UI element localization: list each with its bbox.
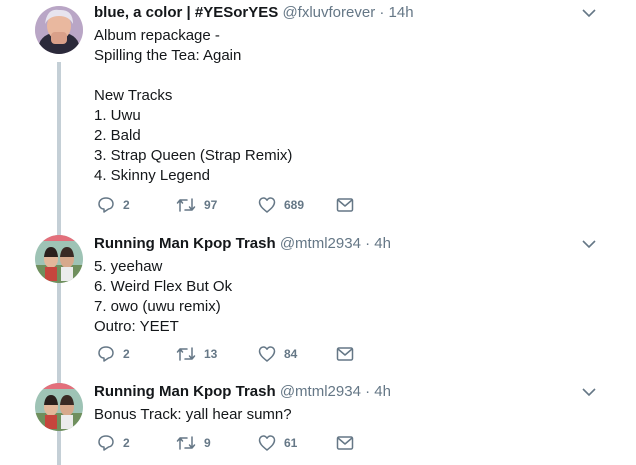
user-handle[interactable]: @fxluvforever bbox=[282, 4, 375, 21]
action-bar: 2 97 689 bbox=[94, 195, 374, 215]
envelope-icon bbox=[336, 347, 354, 361]
separator: · bbox=[365, 383, 371, 400]
tweet[interactable]: Running Man Kpop Trash @mtml2934 · 4h Bo… bbox=[0, 379, 636, 465]
like-count: 84 bbox=[284, 347, 298, 361]
text-line: 4. Skinny Legend bbox=[94, 167, 210, 184]
text-line: Spilling the Tea: Again bbox=[94, 47, 242, 64]
tweet[interactable]: Running Man Kpop Trash @mtml2934 · 4h 5.… bbox=[0, 231, 636, 368]
reply-icon bbox=[98, 435, 114, 451]
dm-button[interactable] bbox=[336, 344, 354, 364]
tweet-text: Bonus Track: yall hear sumn? bbox=[94, 405, 292, 425]
like-button[interactable]: 689 bbox=[258, 195, 304, 215]
retweet-button[interactable]: 13 bbox=[176, 344, 217, 364]
retweet-icon bbox=[176, 347, 196, 361]
tweet-header: Running Man Kpop Trash @mtml2934 · 4h bbox=[94, 383, 391, 400]
text-line bbox=[94, 66, 292, 86]
text-line: 1. Uwu bbox=[94, 107, 141, 124]
tweet-header: blue, a color | #YESorYES @fxluvforever … bbox=[94, 4, 414, 21]
separator: · bbox=[365, 235, 371, 252]
display-name[interactable]: Running Man Kpop Trash bbox=[94, 383, 276, 400]
envelope-icon bbox=[336, 198, 354, 212]
retweet-icon bbox=[176, 198, 196, 212]
user-handle[interactable]: @mtml2934 bbox=[280, 235, 361, 252]
reply-icon bbox=[98, 346, 114, 362]
display-name[interactable]: Running Man Kpop Trash bbox=[94, 235, 276, 252]
chevron-down-icon[interactable] bbox=[582, 387, 596, 397]
like-button[interactable]: 84 bbox=[258, 344, 297, 364]
timestamp[interactable]: 4h bbox=[374, 383, 391, 400]
heart-icon bbox=[258, 435, 276, 451]
tweet-text: 5. yeehaw 6. Weird Flex But Ok 7. owo (u… bbox=[94, 257, 232, 337]
text-line: New Tracks bbox=[94, 87, 173, 104]
display-name[interactable]: blue, a color | #YESorYES bbox=[94, 4, 278, 21]
timestamp[interactable]: 14h bbox=[389, 4, 414, 21]
text-line: 5. yeehaw bbox=[94, 258, 163, 275]
avatar[interactable] bbox=[35, 383, 83, 431]
reply-button[interactable]: 2 bbox=[97, 195, 130, 215]
retweet-count: 97 bbox=[204, 198, 218, 212]
text-line: 2. Bald bbox=[94, 127, 141, 144]
timestamp[interactable]: 4h bbox=[374, 235, 391, 252]
retweet-count: 13 bbox=[204, 347, 218, 361]
retweet-count: 9 bbox=[204, 436, 211, 450]
retweet-icon bbox=[176, 436, 196, 450]
like-button[interactable]: 61 bbox=[258, 433, 297, 453]
dm-button[interactable] bbox=[336, 433, 354, 453]
user-handle[interactable]: @mtml2934 bbox=[280, 383, 361, 400]
text-line: 3. Strap Queen (Strap Remix) bbox=[94, 147, 293, 164]
reply-count: 2 bbox=[123, 347, 130, 361]
reply-count: 2 bbox=[123, 436, 130, 450]
chevron-down-icon[interactable] bbox=[582, 8, 596, 18]
separator: · bbox=[379, 4, 385, 21]
retweet-button[interactable]: 9 bbox=[176, 433, 211, 453]
reply-button[interactable]: 2 bbox=[97, 433, 130, 453]
envelope-icon bbox=[336, 436, 354, 450]
text-line: Outro: YEET bbox=[94, 318, 179, 335]
tweet-text: Album repackage - Spilling the Tea: Agai… bbox=[94, 26, 292, 186]
heart-icon bbox=[258, 197, 276, 213]
like-count: 689 bbox=[284, 198, 305, 212]
text-line: 7. owo (uwu remix) bbox=[94, 298, 221, 315]
chevron-down-icon[interactable] bbox=[582, 239, 596, 249]
retweet-button[interactable]: 97 bbox=[176, 195, 217, 215]
tweet[interactable]: blue, a color | #YESorYES @fxluvforever … bbox=[0, 0, 636, 224]
reply-button[interactable]: 2 bbox=[97, 344, 130, 364]
heart-icon bbox=[258, 346, 276, 362]
like-count: 61 bbox=[284, 436, 298, 450]
text-line: Album repackage - bbox=[94, 27, 220, 44]
avatar[interactable] bbox=[35, 235, 83, 283]
dm-button[interactable] bbox=[336, 195, 354, 215]
tweet-header: Running Man Kpop Trash @mtml2934 · 4h bbox=[94, 235, 391, 252]
action-bar: 2 13 84 bbox=[94, 344, 374, 364]
avatar[interactable] bbox=[35, 6, 83, 54]
action-bar: 2 9 61 bbox=[94, 433, 374, 453]
text-line: Bonus Track: yall hear sumn? bbox=[94, 406, 292, 423]
reply-count: 2 bbox=[123, 198, 130, 212]
text-line: 6. Weird Flex But Ok bbox=[94, 278, 233, 295]
reply-icon bbox=[98, 197, 114, 213]
